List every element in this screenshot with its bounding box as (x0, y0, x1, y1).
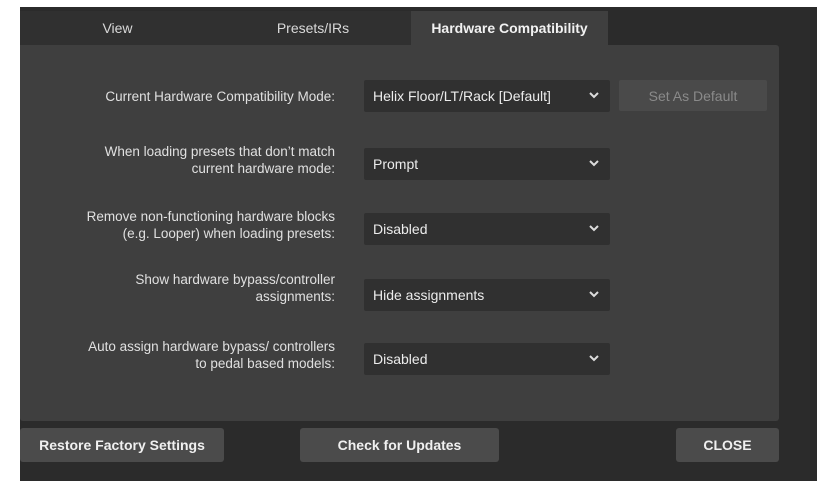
label-line: Current Hardware Compatibility Mode: (105, 89, 335, 104)
label-line: Show hardware bypass/controller (135, 272, 335, 287)
tab-hardware-compatibility[interactable]: Hardware Compatibility (411, 11, 608, 45)
close-button[interactable]: CLOSE (676, 428, 779, 462)
auto-assign-value: Disabled (373, 351, 428, 367)
remove-blocks-select[interactable]: Disabled (364, 213, 610, 245)
label-line: current hardware mode: (191, 161, 335, 176)
remove-blocks-value: Disabled (373, 221, 428, 237)
restore-factory-settings-button[interactable]: Restore Factory Settings (20, 428, 224, 462)
chevron-down-icon (589, 355, 599, 362)
auto-assign-label: Auto assign hardware bypass/ controllers… (88, 338, 335, 372)
tab-view[interactable]: View (20, 11, 215, 45)
mismatch-preset-select[interactable]: Prompt (364, 148, 610, 180)
label-line: Auto assign hardware bypass/ controllers (88, 339, 335, 354)
hardware-mode-select[interactable]: Helix Floor/LT/Rack [Default] (364, 80, 610, 112)
set-as-default-button[interactable]: Set As Default (619, 80, 767, 111)
mismatch-preset-label: When loading presets that don’t match cu… (105, 143, 335, 177)
bypass-assignments-value: Hide assignments (373, 287, 485, 303)
label-line: When loading presets that don’t match (104, 144, 335, 159)
bypass-assignments-label: Show hardware bypass/controller assignme… (135, 271, 335, 305)
hardware-mode-value: Helix Floor/LT/Rack [Default] (373, 88, 551, 104)
chevron-down-icon (589, 291, 599, 298)
mismatch-preset-value: Prompt (373, 156, 419, 172)
chevron-down-icon (589, 225, 599, 232)
label-line: Remove non-functioning hardware blocks (86, 209, 335, 224)
label-line: to pedal based models: (195, 356, 335, 371)
check-for-updates-button[interactable]: Check for Updates (300, 428, 499, 462)
bypass-assignments-select[interactable]: Hide assignments (364, 279, 610, 311)
remove-blocks-label: Remove non-functioning hardware blocks (… (87, 208, 335, 242)
chevron-down-icon (589, 92, 599, 99)
settings-panel: Current Hardware Compatibility Mode: Hel… (20, 45, 779, 421)
auto-assign-select[interactable]: Disabled (364, 343, 610, 375)
label-line: (e.g. Looper) when loading presets: (122, 226, 335, 241)
label-line: assignments: (255, 289, 335, 304)
hardware-mode-label: Current Hardware Compatibility Mode: (105, 88, 335, 105)
chevron-down-icon (589, 160, 599, 167)
tab-presets-irs[interactable]: Presets/IRs (215, 11, 411, 45)
